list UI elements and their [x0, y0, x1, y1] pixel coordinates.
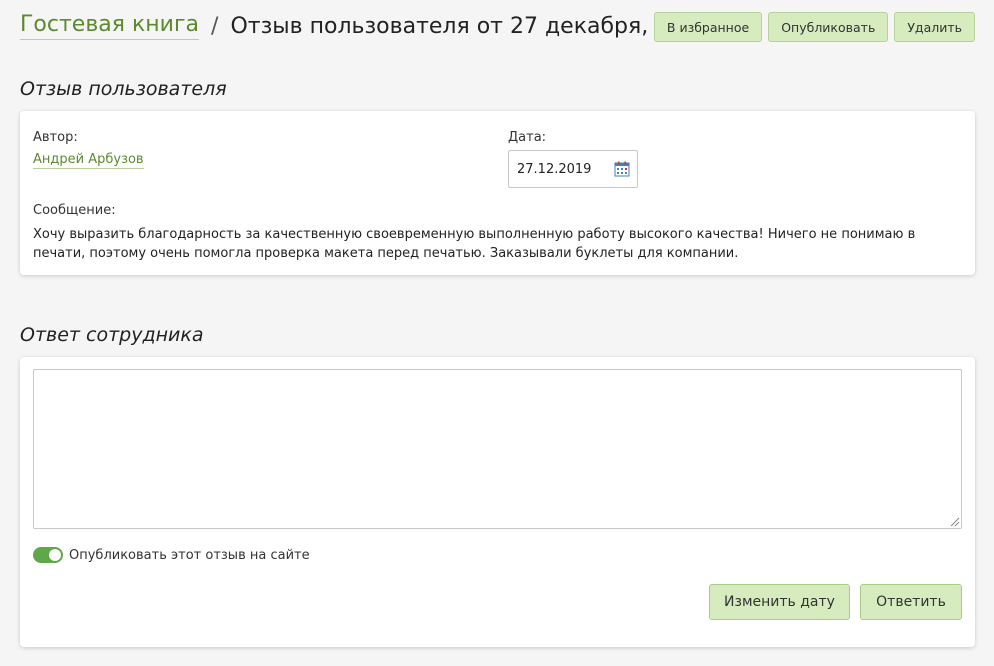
review-section-title: Отзыв пользователя — [20, 78, 227, 100]
reply-textarea[interactable] — [33, 369, 962, 529]
author-label: Автор: — [33, 130, 78, 145]
breadcrumb-separator: / — [211, 13, 219, 39]
reply-card: Опубликовать этот отзыв на сайте Изменит… — [20, 357, 975, 647]
calendar-icon[interactable] — [614, 161, 630, 177]
delete-button[interactable]: Удалить — [894, 12, 975, 42]
publish-button[interactable]: Опубликовать — [768, 12, 889, 42]
breadcrumb-guestbook-link[interactable]: Гостевая книга — [20, 12, 200, 40]
message-label: Сообщение: — [33, 203, 116, 218]
publish-toggle-row: Опубликовать этот отзыв на сайте — [33, 547, 310, 563]
change-date-button[interactable]: Изменить дату — [709, 584, 850, 620]
review-card: Автор: Андрей Арбузов Дата: 27.12.2019 С… — [20, 111, 975, 275]
page-title: Отзыв пользователя от 27 декабря, 2019 — [230, 13, 712, 39]
date-label: Дата: — [508, 130, 547, 145]
reply-section-title: Ответ сотрудника — [20, 324, 204, 346]
resize-grip-icon[interactable] — [948, 515, 960, 527]
top-actions: В избранное Опубликовать Удалить — [653, 12, 975, 42]
date-value: 27.12.2019 — [517, 161, 592, 177]
publish-toggle[interactable] — [33, 547, 63, 563]
toggle-knob — [49, 549, 61, 561]
answer-button[interactable]: Ответить — [860, 584, 962, 620]
message-text: Хочу выразить благодарность за качествен… — [33, 227, 916, 261]
author-name-link[interactable]: Андрей Арбузов — [33, 152, 144, 169]
publish-toggle-label[interactable]: Опубликовать этот отзыв на сайте — [69, 548, 310, 563]
add-to-favorites-button[interactable]: В избранное — [653, 12, 763, 42]
page-header: Гостевая книга / Отзыв пользователя от 2… — [20, 9, 975, 43]
date-field[interactable]: 27.12.2019 — [508, 150, 638, 188]
